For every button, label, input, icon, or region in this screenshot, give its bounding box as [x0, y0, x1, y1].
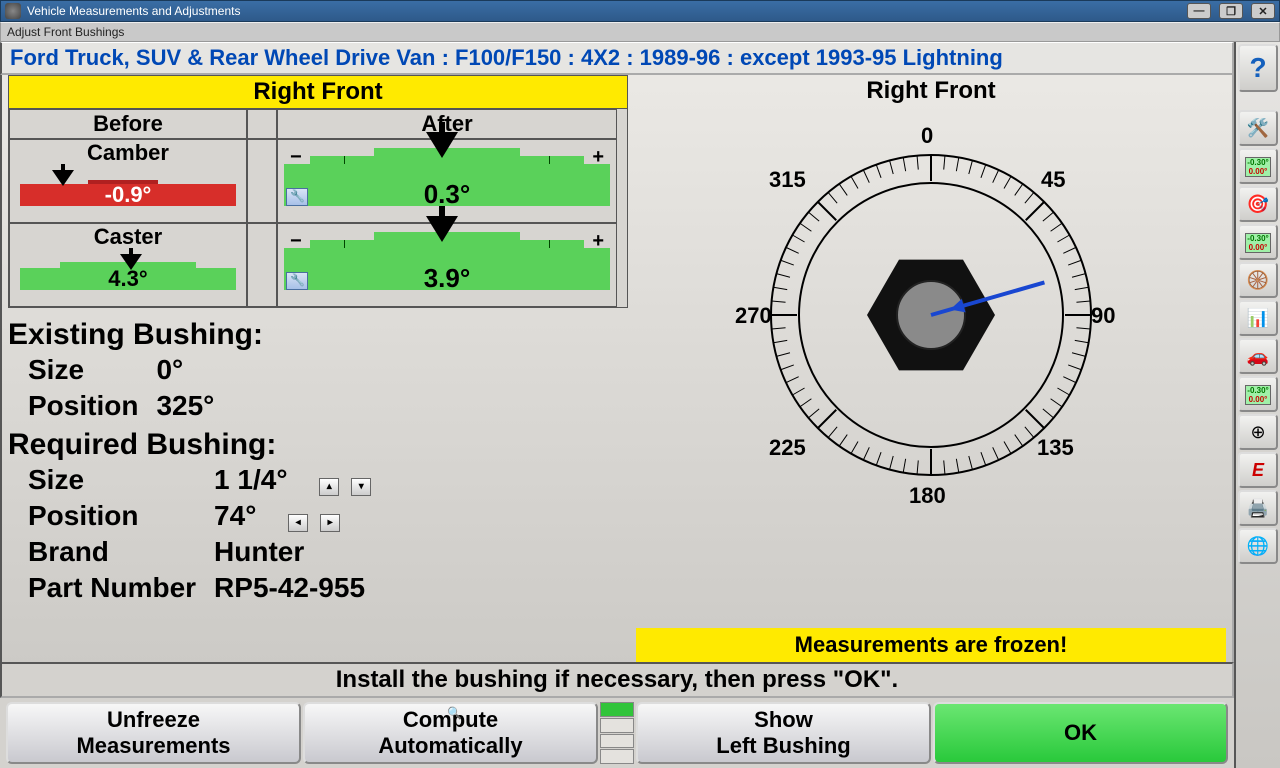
tool-wheel-target[interactable]: 🎯 [1238, 186, 1278, 222]
tool-steering[interactable]: 🛞 [1238, 262, 1278, 298]
existing-bushing-heading: Existing Bushing: [8, 318, 628, 352]
camber-label: Camber [10, 140, 246, 166]
size-up-button[interactable]: ▴ [319, 478, 339, 496]
position-right-button[interactable]: ▸ [320, 514, 340, 532]
bushing-dial: 0 45 90 135 180 225 270 315 [721, 105, 1141, 525]
readout-icon: -0.30°0.00° [1245, 233, 1270, 253]
unfreeze-button[interactable]: Unfreeze Measurements [6, 702, 301, 764]
existing-position-label: Position [8, 388, 156, 424]
size-down-button[interactable]: ▾ [351, 478, 371, 496]
dial-225: 225 [769, 435, 806, 461]
existing-size-label: Size [8, 352, 156, 388]
position-left-button[interactable]: ◂ [288, 514, 308, 532]
part-number-label: Part Number [8, 570, 214, 606]
sub-header: Adjust Front Bushings [0, 22, 1280, 42]
tool-bar-graph[interactable]: 📊 [1238, 300, 1278, 336]
frozen-status: Measurements are frozen! [636, 628, 1226, 662]
dial-title: Right Front [866, 77, 995, 105]
minus-icon: − [290, 146, 302, 169]
before-camber-value: -0.9° [20, 182, 236, 208]
bottom-toolbar: Unfreeze Measurements 🔍 Compute Automati… [0, 698, 1234, 768]
dial-315: 315 [769, 167, 806, 193]
tool-globe[interactable]: 🌐 [1238, 528, 1278, 564]
tool-express[interactable]: E [1238, 452, 1278, 488]
printer-icon: 🖨️ [1247, 498, 1269, 519]
ok-button[interactable]: OK [933, 702, 1228, 764]
crosshair-icon: ⊕ [1250, 422, 1265, 443]
after-caster-cell: − + 3.9° [277, 223, 617, 307]
car-icon: 🚗 [1247, 346, 1269, 367]
dial-135: 135 [1037, 435, 1074, 461]
before-caster-value: 4.3° [20, 266, 236, 292]
compute-button[interactable]: 🔍 Compute Automatically [303, 702, 598, 764]
measurement-table: Right Front Before After Camber [8, 75, 628, 308]
steering-icon: 🛞 [1247, 270, 1269, 291]
readout-icon: -0.30°0.00° [1245, 385, 1270, 405]
dial-90: 90 [1091, 303, 1115, 329]
help-icon: ? [1249, 52, 1266, 84]
tool-readout-b[interactable]: -0.30°0.00° [1238, 224, 1278, 260]
required-size-label: Size [8, 462, 214, 498]
side-toolbar: ? 🛠️ -0.30°0.00° 🎯 -0.30°0.00° 🛞 📊 🚗 -0.… [1234, 42, 1280, 768]
caster-label: Caster [10, 224, 246, 250]
dial-180: 180 [909, 483, 946, 509]
dial-45: 45 [1041, 167, 1065, 193]
wrench-icon: 🛠️ [1247, 118, 1269, 139]
dial-270: 270 [735, 303, 772, 329]
part-number-value: RP5-42-955 [214, 570, 389, 606]
tool-wrench-pair[interactable]: 🛠️ [1238, 110, 1278, 146]
help-button[interactable]: ? [1238, 44, 1278, 92]
after-caster-value: 3.9° [284, 263, 610, 294]
app-icon [5, 3, 21, 19]
titlebar: Vehicle Measurements and Adjustments — ❐… [0, 0, 1280, 22]
minimize-button[interactable]: — [1187, 3, 1211, 19]
maximize-button[interactable]: ❐ [1219, 3, 1243, 19]
tool-readout-a[interactable]: -0.30°0.00° [1238, 148, 1278, 184]
minus-icon: − [290, 230, 302, 253]
arrow-down-icon [422, 206, 462, 246]
show-left-bushing-button[interactable]: Show Left Bushing [636, 702, 931, 764]
required-bushing-heading: Required Bushing: [8, 428, 628, 462]
before-header: Before [9, 109, 247, 139]
dial-0: 0 [921, 123, 933, 149]
tool-readout-c[interactable]: -0.30°0.00° [1238, 376, 1278, 412]
required-position-value: 74° [214, 500, 256, 531]
prompt-text: Install the bushing if necessary, then p… [0, 662, 1234, 698]
flag-icon: E [1252, 460, 1264, 481]
required-size-value: 1 1/4° [214, 464, 287, 495]
before-caster-cell: Caster 4.3° [9, 223, 247, 307]
tool-car-view[interactable]: 🚗 [1238, 338, 1278, 374]
level-indicator [600, 702, 634, 764]
plus-icon: + [592, 230, 604, 253]
target-icon: 🎯 [1247, 194, 1269, 215]
vehicle-description: Ford Truck, SUV & Rear Wheel Drive Van :… [0, 42, 1234, 75]
bushing-info: Existing Bushing: Size 0° Position 325° … [8, 314, 628, 606]
close-button[interactable]: ✕ [1251, 3, 1275, 19]
arrow-down-icon [422, 122, 462, 162]
readout-icon: -0.30°0.00° [1245, 157, 1270, 177]
existing-size-value: 0° [156, 352, 232, 388]
required-position-label: Position [8, 498, 214, 534]
brand-value: Hunter [214, 534, 389, 570]
globe-icon: 🌐 [1247, 536, 1269, 557]
tool-printer[interactable]: 🖨️ [1238, 490, 1278, 526]
tool-target[interactable]: ⊕ [1238, 414, 1278, 450]
bar-graph-icon: 📊 [1247, 308, 1269, 329]
existing-position-value: 325° [156, 388, 232, 424]
plus-icon: + [592, 146, 604, 169]
brand-label: Brand [8, 534, 214, 570]
before-camber-cell: Camber -0.9° [9, 139, 247, 223]
window-title: Vehicle Measurements and Adjustments [27, 4, 1187, 18]
panel-title: Right Front [9, 76, 627, 109]
